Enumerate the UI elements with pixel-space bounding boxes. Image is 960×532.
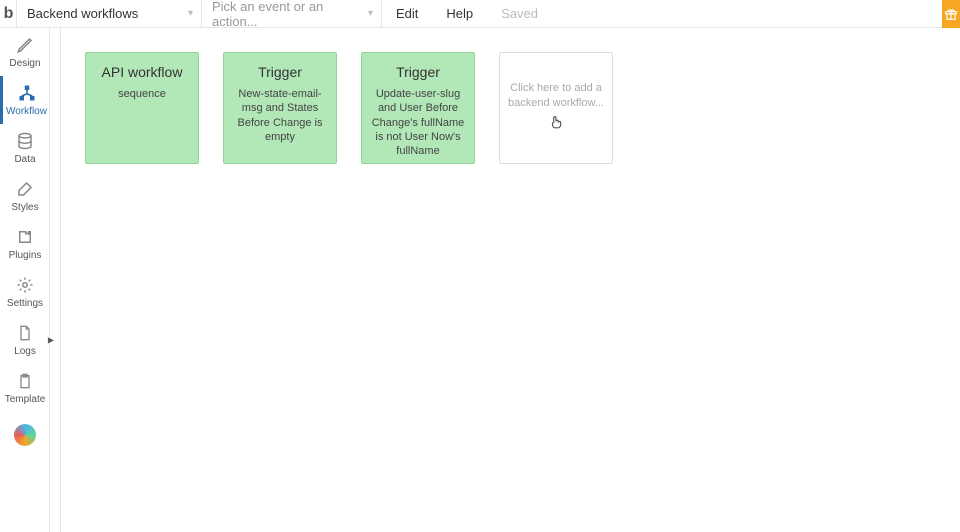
workflow-card[interactable]: Trigger Update-user-slug and User Before… [361,52,475,164]
document-icon [15,323,35,343]
sidebar-item-label: Styles [11,202,38,213]
sidebar-item-label: Logs [14,346,36,357]
card-title: Trigger [230,63,330,81]
card-subtitle: New-state-email-msg and States Before Ch… [230,87,330,144]
workflow-card[interactable]: Trigger New-state-email-msg and States B… [223,52,337,164]
sidebar-item-logs[interactable]: Logs ▶ [0,316,50,364]
database-icon [15,131,35,151]
gift-icon[interactable] [942,0,960,28]
sidebar-item-label: Plugins [9,250,42,261]
add-workflow-card[interactable]: Click here to add a backend workflow... [499,52,613,164]
segment-logo-icon[interactable] [14,424,36,446]
event-dropdown[interactable]: Pick an event or an action... ▾ [202,0,382,28]
card-title: API workflow [92,63,192,81]
hand-cursor-icon [549,114,563,135]
chevron-down-icon: ▾ [368,8,373,19]
sidebar-item-styles[interactable]: Styles [0,172,50,220]
sidebar-item-settings[interactable]: Settings [0,268,50,316]
caret-right-icon: ▶ [48,336,54,345]
sidebar-item-label: Data [14,154,35,165]
sidebar-item-design[interactable]: Design [0,28,50,76]
page-dropdown-label: Backend workflows [27,6,138,21]
help-menu[interactable]: Help [432,0,487,28]
app-logo[interactable]: b [0,0,17,28]
sidebar-item-template[interactable]: Template [0,364,50,412]
sidebar-item-workflow[interactable]: Workflow [0,76,50,124]
sidebar-item-label: Settings [7,298,43,309]
workflow-card[interactable]: API workflow sequence [85,52,199,164]
sidebar-item-plugins[interactable]: Plugins [0,220,50,268]
sidebar-item-label: Design [9,58,40,69]
pencil-icon [15,35,35,55]
sidebar-item-label: Template [5,394,46,405]
sidebar-item-data[interactable]: Data [0,124,50,172]
clipboard-icon [15,371,35,391]
workflow-canvas[interactable]: API workflow sequence Trigger New-state-… [61,28,960,532]
card-subtitle: sequence [92,87,192,101]
event-dropdown-label: Pick an event or an action... [212,0,368,29]
card-title: Trigger [368,63,468,81]
workflow-icon [17,83,37,103]
chevron-down-icon: ▾ [188,8,193,19]
puzzle-icon [15,227,35,247]
brush-icon [15,179,35,199]
saved-status: Saved [487,0,552,28]
sidebar-item-label: Workflow [6,106,47,117]
card-subtitle: Update-user-slug and User Before Change'… [368,87,468,158]
placeholder-text: Click here to add a backend workflow... [506,81,606,110]
gear-icon [15,275,35,295]
edit-menu[interactable]: Edit [382,0,432,28]
page-dropdown[interactable]: Backend workflows ▾ [17,0,202,28]
